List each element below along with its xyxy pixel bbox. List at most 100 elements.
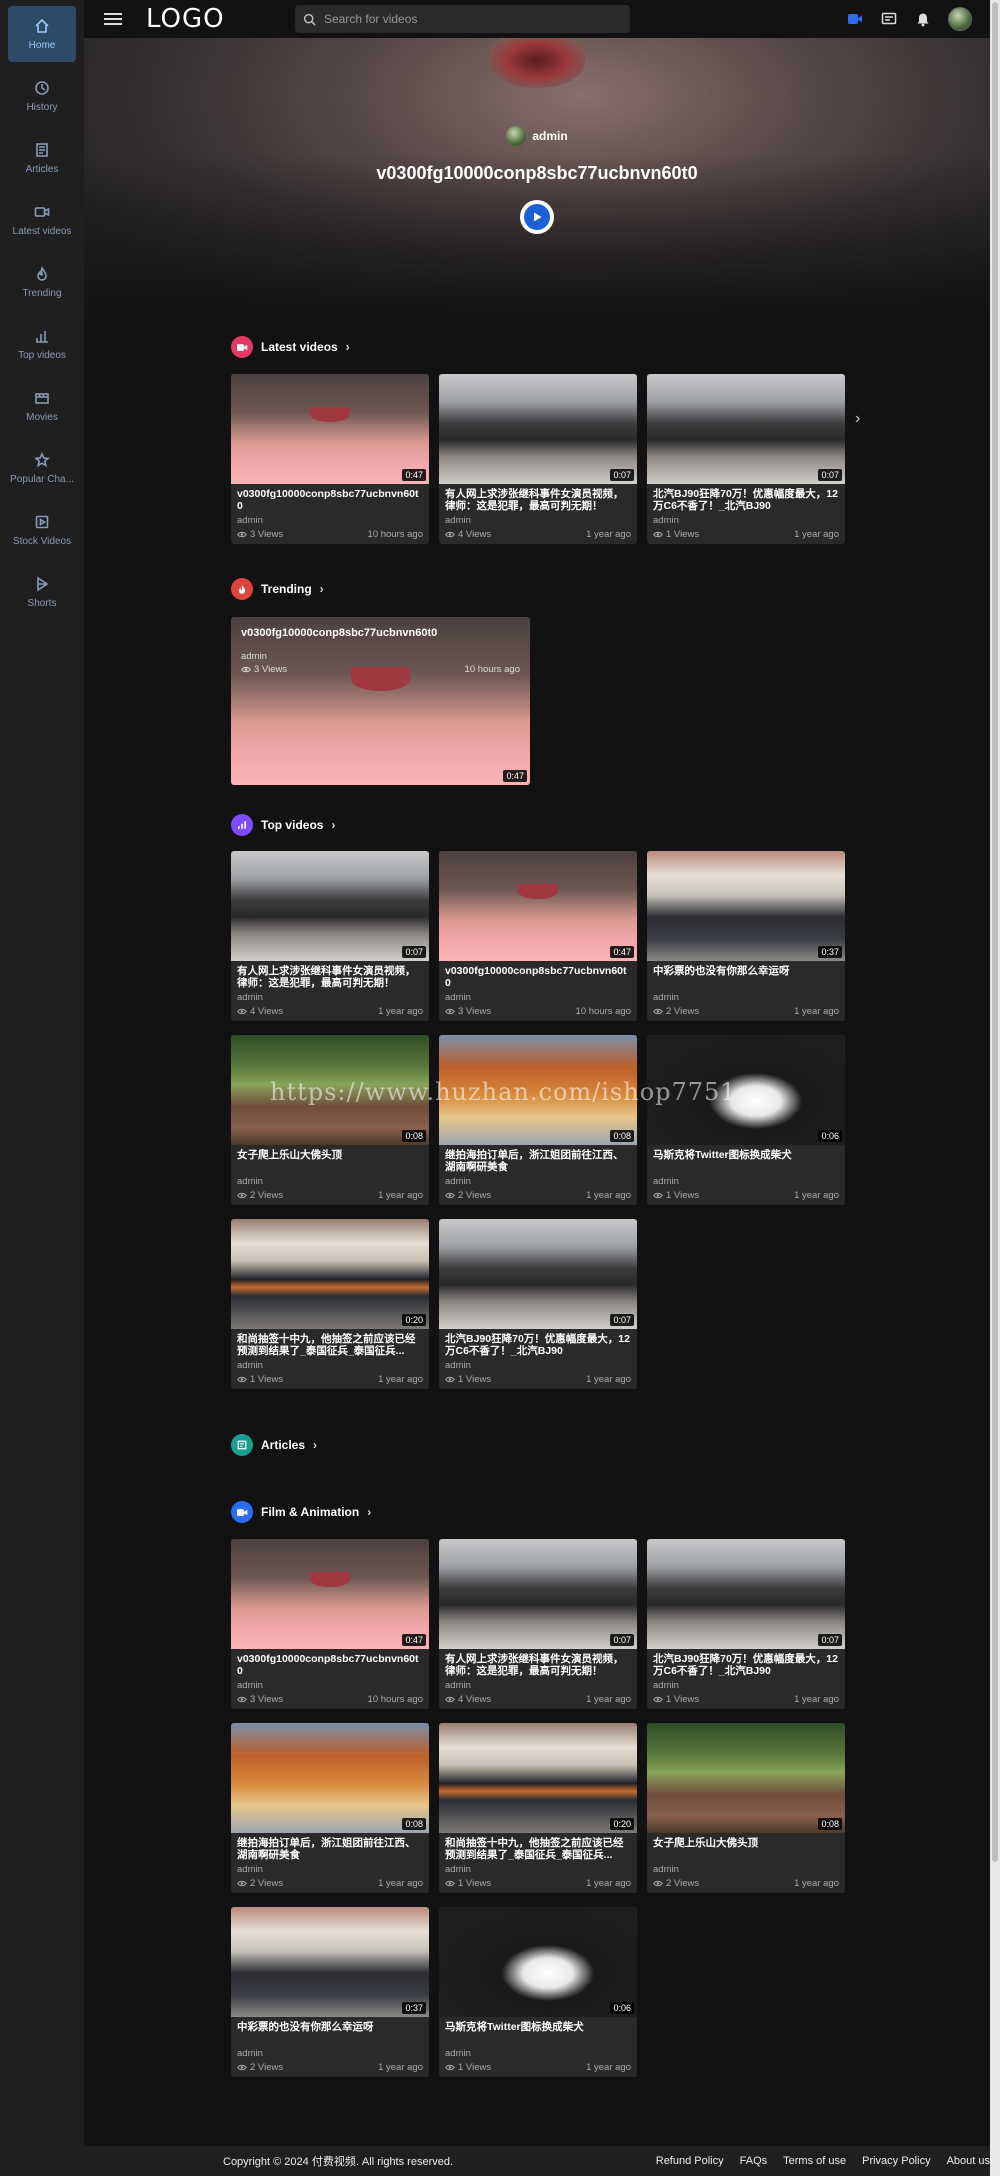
video-card[interactable]: 0:07 有人网上求涉张继科事件女演员视频，律师：这是犯罪，最高可判无期！ admi… xyxy=(439,1539,637,1709)
video-author[interactable]: admin xyxy=(237,1864,423,1875)
footer-link-terms[interactable]: Terms of use xyxy=(783,2155,846,2167)
video-title[interactable]: 有人网上求涉张继科事件女演员视频，律师：这是犯罪，最高可判无期！ xyxy=(445,1653,631,1677)
section-film-animation[interactable]: Film & Animation › xyxy=(231,1501,371,1523)
play-button[interactable] xyxy=(520,200,554,234)
video-author[interactable]: admin xyxy=(445,515,631,526)
video-thumbnail[interactable]: 0:20 xyxy=(439,1723,637,1833)
video-card[interactable]: 0:06 马斯克将Twitter图标换成柴犬 admin 1 Views 1 year … xyxy=(439,1907,637,2077)
video-title[interactable]: 女子爬上乐山大佛头顶 xyxy=(653,1837,839,1861)
sidebar-item-home[interactable]: Home xyxy=(8,6,76,62)
user-avatar[interactable] xyxy=(948,7,972,31)
notification-bell-icon[interactable] xyxy=(914,10,932,28)
sidebar-item-trending[interactable]: Trending xyxy=(8,254,76,310)
video-title[interactable]: 中彩票的也没有你那么幸运呀 xyxy=(237,2021,423,2045)
video-title[interactable]: 中彩票的也没有你那么幸运呀 xyxy=(653,965,839,989)
messages-icon[interactable] xyxy=(880,10,898,28)
carousel-next-icon[interactable]: › xyxy=(855,410,871,427)
sidebar-item-stock-videos[interactable]: Stock Videos xyxy=(8,502,76,558)
video-card[interactable]: 0:07 北汽BJ90狂降70万！优惠幅度最大，12万C6不香了！_北汽BJ90 a… xyxy=(647,1539,845,1709)
video-title[interactable]: 和尚抽签十中九，他抽签之前应该已经预测到结果了_泰国征兵_泰国征兵... xyxy=(445,1837,631,1861)
video-author[interactable]: admin xyxy=(445,1864,631,1875)
search-input[interactable] xyxy=(324,12,614,26)
video-card[interactable]: 0:37 中彩票的也没有你那么幸运呀 admin 2 Views 1 year ago xyxy=(231,1907,429,2077)
video-title[interactable]: 有人网上求涉张继科事件女演员视频，律师：这是犯罪，最高可判无期！ xyxy=(237,965,423,989)
video-card[interactable]: 0:06 马斯克将Twitter图标换成柴犬 admin 1 Views 1 year … xyxy=(647,1035,845,1205)
video-author[interactable]: admin xyxy=(237,515,423,526)
sidebar-item-shorts[interactable]: Shorts xyxy=(8,564,76,620)
video-card[interactable]: 0:47 v0300fg10000conp8sbc77ucbnvn60t0 admi… xyxy=(439,851,637,1021)
footer-link-refund[interactable]: Refund Policy xyxy=(656,2155,724,2167)
menu-icon[interactable] xyxy=(104,10,122,28)
video-author[interactable]: admin xyxy=(653,992,839,1003)
footer-link-faqs[interactable]: FAQs xyxy=(740,2155,768,2167)
video-author[interactable]: admin xyxy=(445,1680,631,1691)
scrollbar-thumb[interactable] xyxy=(992,2,998,1862)
footer-link-privacy[interactable]: Privacy Policy xyxy=(862,2155,930,2167)
sidebar-item-popular-channels[interactable]: Popular Cha... xyxy=(8,440,76,496)
search-bar[interactable] xyxy=(295,5,630,33)
video-card[interactable]: 0:08 女子爬上乐山大佛头顶 admin 2 Views 1 year ago xyxy=(231,1035,429,1205)
video-title[interactable]: 北汽BJ90狂降70万！优惠幅度最大，12万C6不香了！_北汽BJ90 xyxy=(653,1653,839,1677)
video-thumbnail[interactable]: 0:07 xyxy=(439,1219,637,1329)
video-thumbnail[interactable]: 0:07 xyxy=(647,1539,845,1649)
video-thumbnail[interactable]: 0:07 xyxy=(439,374,637,484)
video-title[interactable]: 有人网上求涉张继科事件女演员视频，律师：这是犯罪，最高可判无期！ xyxy=(445,488,631,512)
video-thumbnail[interactable]: 0:20 xyxy=(231,1219,429,1329)
video-title[interactable]: 继拍海拍订单后，浙江姐团前往江西、湖南啊研美食 xyxy=(445,1149,631,1173)
sidebar-item-history[interactable]: History xyxy=(8,68,76,124)
video-title[interactable]: 继拍海拍订单后，浙江姐团前往江西、湖南啊研美食 xyxy=(237,1837,423,1861)
video-author[interactable]: admin xyxy=(445,2048,631,2059)
video-thumbnail[interactable]: 0:47 xyxy=(231,374,429,484)
sidebar-item-articles[interactable]: Articles xyxy=(8,130,76,186)
hero-author[interactable]: admin xyxy=(506,126,568,146)
video-card[interactable]: 0:08 女子爬上乐山大佛头顶 admin 2 Views 1 year ago xyxy=(647,1723,845,1893)
video-thumbnail[interactable]: 0:47 xyxy=(439,851,637,961)
video-title[interactable]: 北汽BJ90狂降70万！优惠幅度最大，12万C6不香了！_北汽BJ90 xyxy=(653,488,839,512)
video-card[interactable]: 0:20 和尚抽签十中九，他抽签之前应该已经预测到结果了_泰国征兵_泰国征兵...… xyxy=(439,1723,637,1893)
sidebar-item-top-videos[interactable]: Top videos xyxy=(8,316,76,372)
video-card[interactable]: 0:47 v0300fg10000conp8sbc77ucbnvn60t0 admi… xyxy=(231,1539,429,1709)
section-articles[interactable]: Articles › xyxy=(231,1434,317,1456)
video-author[interactable]: admin xyxy=(237,1176,423,1187)
video-title[interactable]: v0300fg10000conp8sbc77ucbnvn60t0 xyxy=(237,488,423,512)
footer-link-about[interactable]: About us xyxy=(947,2155,990,2167)
trending-video-card[interactable]: v0300fg10000conp8sbc77ucbnvn60t0 admin 3… xyxy=(231,617,530,785)
video-author[interactable]: admin xyxy=(237,1360,423,1371)
section-top-videos[interactable]: Top videos › xyxy=(231,814,335,836)
video-author[interactable]: admin xyxy=(445,1176,631,1187)
upload-video-icon[interactable] xyxy=(846,10,864,28)
video-card[interactable]: 0:08 继拍海拍订单后，浙江姐团前往江西、湖南啊研美食 admin 2 Views 1… xyxy=(231,1723,429,1893)
section-trending[interactable]: Trending › xyxy=(231,578,324,600)
section-latest-videos[interactable]: Latest videos › xyxy=(231,336,350,358)
video-thumbnail[interactable]: 0:07 xyxy=(231,851,429,961)
video-thumbnail[interactable]: 0:47 xyxy=(231,1539,429,1649)
sidebar-item-latest-videos[interactable]: Latest videos xyxy=(8,192,76,248)
video-card[interactable]: 0:07 有人网上求涉张继科事件女演员视频，律师：这是犯罪，最高可判无期！ admi… xyxy=(439,374,637,544)
video-title[interactable]: v0300fg10000conp8sbc77ucbnvn60t0 xyxy=(445,965,631,989)
video-author[interactable]: admin xyxy=(653,1864,839,1875)
logo[interactable]: LOGO xyxy=(146,4,225,34)
video-card[interactable]: 0:07 有人网上求涉张继科事件女演员视频，律师：这是犯罪，最高可判无期！ admi… xyxy=(231,851,429,1021)
video-author[interactable]: admin xyxy=(653,1176,839,1187)
video-title[interactable]: 马斯克将Twitter图标换成柴犬 xyxy=(653,1149,839,1173)
video-author[interactable]: admin xyxy=(445,992,631,1003)
hero-banner[interactable]: admin v0300fg10000conp8sbc77ucbnvn60t0 xyxy=(84,38,990,328)
hero-title[interactable]: v0300fg10000conp8sbc77ucbnvn60t0 xyxy=(84,163,990,184)
video-title[interactable]: 北汽BJ90狂降70万！优惠幅度最大，12万C6不香了！_北汽BJ90 xyxy=(445,1333,631,1357)
video-thumbnail[interactable]: 0:06 xyxy=(439,1907,637,2017)
video-title[interactable]: v0300fg10000conp8sbc77ucbnvn60t0 xyxy=(237,1653,423,1677)
video-thumbnail[interactable]: 0:08 xyxy=(231,1723,429,1833)
video-author[interactable]: admin xyxy=(237,992,423,1003)
video-thumbnail[interactable]: 0:07 xyxy=(647,374,845,484)
video-author[interactable]: admin xyxy=(445,1360,631,1371)
video-card[interactable]: 0:08 继拍海拍订单后，浙江姐团前往江西、湖南啊研美食 admin 2 Views 1… xyxy=(439,1035,637,1205)
video-title[interactable]: 女子爬上乐山大佛头顶 xyxy=(237,1149,423,1173)
video-title[interactable]: 和尚抽签十中九，他抽签之前应该已经预测到结果了_泰国征兵_泰国征兵... xyxy=(237,1333,423,1357)
video-author[interactable]: admin xyxy=(237,1680,423,1691)
video-author[interactable]: admin xyxy=(653,515,839,526)
video-card[interactable]: 0:37 中彩票的也没有你那么幸运呀 admin 2 Views 1 year ago xyxy=(647,851,845,1021)
video-card[interactable]: 0:07 北汽BJ90狂降70万！优惠幅度最大，12万C6不香了！_北汽BJ90a… xyxy=(439,1219,637,1389)
video-card[interactable]: 0:07 北汽BJ90狂降70万！优惠幅度最大，12万C6不香了！_北汽BJ90a… xyxy=(647,374,845,544)
video-card[interactable]: 0:20 和尚抽签十中九，他抽签之前应该已经预测到结果了_泰国征兵_泰国征兵...… xyxy=(231,1219,429,1389)
video-thumbnail[interactable]: 0:37 xyxy=(231,1907,429,2017)
